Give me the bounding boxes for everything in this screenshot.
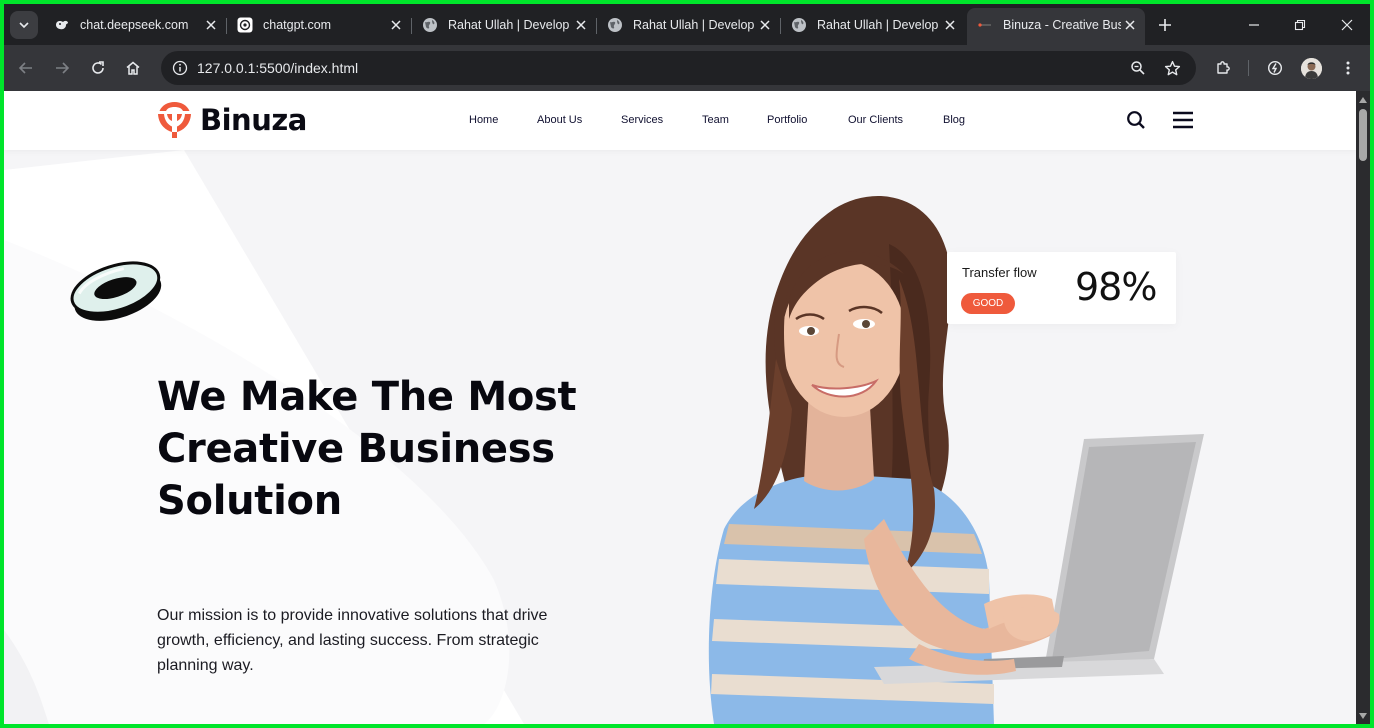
brand-name: Binuza <box>200 103 307 137</box>
hero-headline-line: Creative Business <box>157 426 555 472</box>
page-viewport: Binuza Home About Us Services Team Portf… <box>4 91 1356 724</box>
url-text[interactable]: 127.0.0.1:5500/index.html <box>197 60 358 76</box>
home-icon <box>126 61 140 75</box>
binuza-logo-icon <box>158 102 191 138</box>
minimize-button[interactable] <box>1240 12 1268 38</box>
tab-title: Binuza - Creative Busi <box>1003 17 1121 32</box>
hamburger-menu-icon <box>1173 111 1193 129</box>
nav-portfolio[interactable]: Portfolio <box>767 114 807 126</box>
reload-icon <box>92 61 104 74</box>
nav-home[interactable]: Home <box>469 114 498 126</box>
deepseek-whale-icon <box>54 17 70 33</box>
tab-title: chatgpt.com <box>263 17 332 32</box>
restore-button[interactable] <box>1286 12 1314 38</box>
performance-button[interactable] <box>1261 54 1289 82</box>
globe-icon <box>607 17 623 33</box>
hero-subtitle-line: Our mission is to provide innovative sol… <box>157 607 548 624</box>
minimize-icon <box>1249 24 1259 26</box>
browser-window: chat.deepseek.com chatgpt.com Rahat Ulla… <box>4 4 1370 724</box>
hero-subtitle-line: planning way. <box>157 657 254 674</box>
zoom-icon[interactable] <box>1127 57 1149 79</box>
hero-subtitle-line: growth, efficiency, and lasting success.… <box>157 632 539 649</box>
tab-search-button[interactable] <box>10 11 38 39</box>
close-tab-icon[interactable] <box>202 16 220 34</box>
tab-title: Rahat Ullah | Develop <box>817 17 939 32</box>
close-tab-icon[interactable] <box>1121 16 1139 34</box>
energy-saver-icon <box>1267 60 1283 76</box>
tab-title: Rahat Ullah | Develop <box>448 17 570 32</box>
close-tab-icon[interactable] <box>941 16 959 34</box>
back-button[interactable] <box>12 54 40 82</box>
decorative-ring-shape <box>70 261 162 321</box>
toolbar-divider <box>1248 60 1249 76</box>
arrow-right-icon <box>56 62 70 74</box>
chevron-down-icon <box>19 22 29 29</box>
bookmark-star-icon[interactable] <box>1161 57 1183 79</box>
nav-services[interactable]: Services <box>621 114 663 126</box>
tab-rahat-3[interactable]: Rahat Ullah | Develop <box>781 10 965 39</box>
extensions-button[interactable] <box>1209 54 1237 82</box>
nav-team[interactable]: Team <box>702 114 729 126</box>
site-logo[interactable]: Binuza <box>156 100 307 140</box>
tab-rahat-1[interactable]: Rahat Ullah | Develop <box>412 10 597 39</box>
site-search-button[interactable] <box>1124 108 1148 132</box>
search-icon <box>1127 111 1145 129</box>
nav-blog[interactable]: Blog <box>943 114 965 126</box>
hero-headline-line: We Make The Most <box>157 374 577 420</box>
site-info-icon[interactable] <box>168 56 192 80</box>
tab-title: chat.deepseek.com <box>80 17 189 32</box>
close-tab-icon[interactable] <box>387 16 405 34</box>
chatgpt-icon <box>237 17 253 33</box>
arrow-left-icon <box>18 62 32 74</box>
stat-label: Transfer flow <box>962 265 1037 280</box>
site-favicon <box>977 17 993 33</box>
nav-our-clients[interactable]: Our Clients <box>848 114 903 126</box>
close-tab-icon[interactable] <box>572 16 590 34</box>
restore-icon <box>1294 19 1306 31</box>
scroll-down-arrow-icon[interactable] <box>1359 712 1367 720</box>
tab-chatgpt[interactable]: chatgpt.com <box>227 10 412 39</box>
nav-about-us[interactable]: About Us <box>537 114 582 126</box>
stat-value: 98% <box>1075 265 1157 309</box>
scrollbar-thumb[interactable] <box>1359 109 1367 161</box>
site-header: Binuza Home About Us Services Team Portf… <box>4 91 1356 150</box>
hero-headline: We Make The Most Creative Business Solut… <box>157 371 617 527</box>
forward-button[interactable] <box>48 54 76 82</box>
tab-title: Rahat Ullah | Develop <box>633 17 755 32</box>
globe-icon <box>791 17 807 33</box>
tab-binuza-active[interactable]: Binuza - Creative Busi <box>967 8 1145 45</box>
status-badge: GOOD <box>961 293 1015 314</box>
browser-menu-button[interactable] <box>1334 54 1362 82</box>
new-tab-button[interactable] <box>1154 14 1176 36</box>
tab-rahat-2[interactable]: Rahat Ullah | Develop <box>597 10 781 39</box>
tab-deepseek[interactable]: chat.deepseek.com <box>44 10 227 39</box>
address-bar[interactable]: 127.0.0.1:5500/index.html <box>161 51 1196 85</box>
hero-subtitle: Our mission is to provide innovative sol… <box>157 603 577 678</box>
reload-button[interactable] <box>84 54 112 82</box>
profile-avatar[interactable] <box>1301 58 1322 79</box>
close-window-button[interactable] <box>1333 12 1361 38</box>
close-tab-icon[interactable] <box>756 16 774 34</box>
more-vertical-icon <box>1346 61 1350 75</box>
home-button[interactable] <box>119 54 147 82</box>
plus-icon <box>1159 19 1171 31</box>
page-scrollbar[interactable] <box>1356 91 1370 724</box>
tab-strip: chat.deepseek.com chatgpt.com Rahat Ulla… <box>4 4 1370 45</box>
site-menu-button[interactable] <box>1171 108 1195 132</box>
puzzle-icon <box>1217 61 1230 74</box>
globe-icon <box>422 17 438 33</box>
scroll-up-arrow-icon[interactable] <box>1359 96 1367 104</box>
transfer-flow-card: Transfer flow GOOD 98% <box>947 252 1176 324</box>
hero-headline-line: Solution <box>157 478 342 524</box>
close-icon <box>1341 19 1353 31</box>
browser-toolbar: 127.0.0.1:5500/index.html <box>4 45 1370 91</box>
